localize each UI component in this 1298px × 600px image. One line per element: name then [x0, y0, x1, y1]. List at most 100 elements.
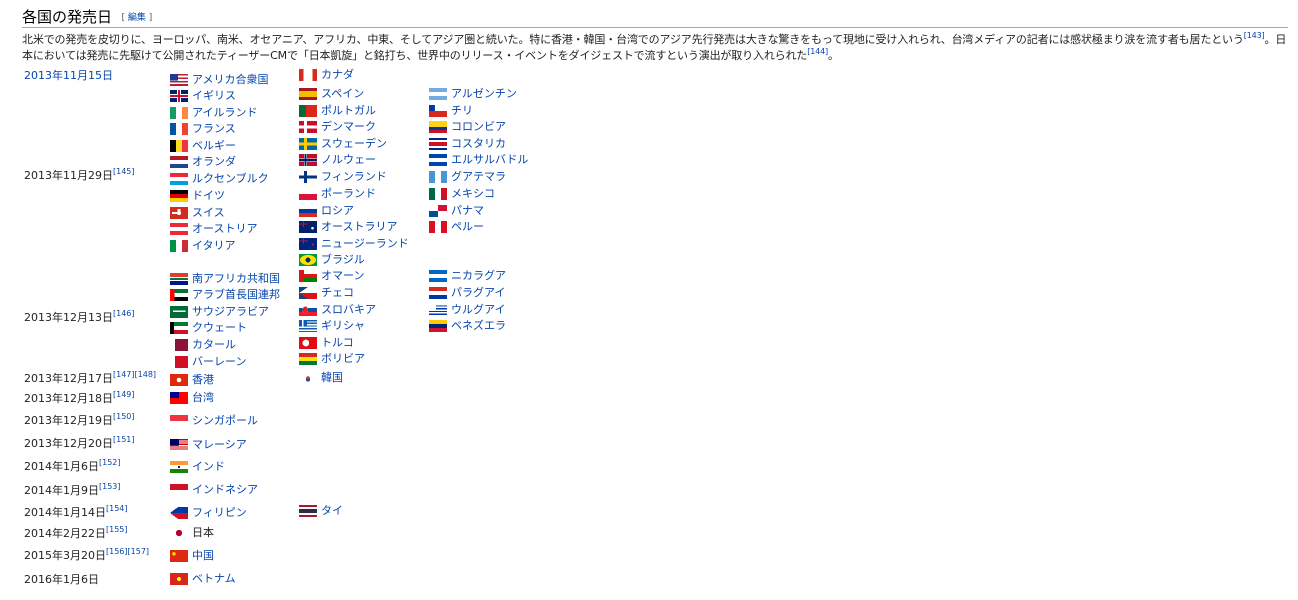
country-item[interactable]: オーストラリア [299, 219, 397, 235]
date-text[interactable]: 2013年11月15日 [24, 69, 113, 82]
country-name[interactable]: オマーン [321, 268, 364, 284]
country-name[interactable]: フィリピン [192, 505, 247, 521]
edit-link[interactable]: 編集 [128, 13, 146, 23]
date-reference[interactable]: [151] [113, 435, 135, 444]
country-item[interactable]: アルゼンチン [429, 86, 517, 102]
country-name[interactable]: フランス [192, 121, 236, 137]
country-item[interactable]: アラブ首長国連邦 [170, 287, 280, 303]
date-reference[interactable]: [155] [106, 525, 128, 534]
country-item[interactable]: クウェート [170, 320, 247, 336]
country-item[interactable]: マレーシア [170, 437, 247, 453]
country-item[interactable]: 台湾 [170, 390, 214, 406]
country-name[interactable]: ベトナム [192, 571, 236, 587]
country-name[interactable]: オランダ [192, 154, 236, 170]
country-item[interactable]: オーストリア [170, 221, 257, 237]
country-item[interactable]: カタール [170, 337, 236, 353]
date-reference[interactable]: [153] [99, 482, 121, 491]
date-reference[interactable]: [152] [99, 458, 121, 467]
country-item[interactable]: フィンランド [299, 169, 387, 185]
country-item[interactable]: オマーン [299, 268, 364, 284]
country-item[interactable]: インド [170, 459, 225, 475]
country-name[interactable]: クウェート [192, 320, 247, 336]
country-item[interactable]: パラグアイ [429, 285, 505, 301]
country-item[interactable]: アイルランド [170, 105, 257, 121]
country-item[interactable]: メキシコ [429, 186, 495, 202]
country-name[interactable]: ロシア [321, 203, 354, 219]
country-name[interactable]: ノルウェー [321, 152, 376, 168]
country-name[interactable]: ペルー [451, 219, 484, 235]
country-item[interactable]: コロンビア [429, 119, 506, 135]
country-name[interactable]: サウジアラビア [192, 304, 269, 320]
country-name[interactable]: バーレーン [192, 354, 246, 370]
country-item[interactable]: デンマーク [299, 119, 376, 135]
ref-144[interactable]: [144] [807, 47, 828, 56]
country-name[interactable]: イタリア [192, 238, 236, 254]
country-name[interactable]: ボリビア [321, 351, 365, 367]
country-item[interactable]: 中国 [170, 548, 214, 564]
country-name[interactable]: 中国 [192, 548, 214, 564]
country-item[interactable]: バーレーン [170, 354, 246, 370]
country-item[interactable]: フィリピン [170, 505, 247, 521]
country-name[interactable]: ニュージーランド [321, 236, 409, 252]
country-name[interactable]: ブラジル [321, 252, 365, 268]
country-name[interactable]: グアテマラ [451, 169, 506, 185]
date-reference[interactable]: [156][157] [106, 547, 149, 556]
country-name[interactable]: アイルランド [192, 105, 257, 121]
country-item[interactable]: ギリシャ [299, 318, 365, 334]
date-reference[interactable]: [154] [106, 504, 128, 513]
date-reference[interactable]: [146] [113, 309, 135, 318]
country-name[interactable]: コスタリカ [451, 136, 506, 152]
country-item[interactable]: ペルー [429, 219, 484, 235]
country-item[interactable]: エルサルバドル [429, 152, 528, 168]
country-item[interactable]: イギリス [170, 88, 236, 104]
country-item[interactable]: 南アフリカ共和国 [170, 271, 280, 287]
country-name[interactable]: エルサルバドル [451, 152, 528, 168]
country-name[interactable]: 南アフリカ共和国 [192, 271, 280, 287]
country-item[interactable]: パナマ [429, 203, 484, 219]
country-item[interactable]: ドイツ [170, 188, 225, 204]
country-name[interactable]: スイス [192, 205, 225, 221]
country-name[interactable]: アルゼンチン [451, 86, 517, 102]
country-item[interactable]: ボリビア [299, 351, 365, 367]
country-item[interactable]: トルコ [299, 335, 354, 351]
country-name[interactable]: メキシコ [451, 186, 495, 202]
country-item[interactable]: タイ [299, 503, 343, 519]
country-item[interactable]: ポーランド [299, 186, 376, 202]
country-name[interactable]: 香港 [192, 372, 214, 388]
date-reference[interactable]: [147][148] [113, 370, 156, 379]
country-item[interactable]: サウジアラビア [170, 304, 269, 320]
country-name[interactable]: デンマーク [321, 119, 376, 135]
country-name[interactable]: ベルギー [192, 138, 236, 154]
country-item[interactable]: 香港 [170, 372, 214, 388]
country-name[interactable]: ウルグアイ [451, 302, 505, 318]
country-item[interactable]: スペイン [299, 86, 364, 102]
date-reference[interactable]: [149] [113, 390, 135, 399]
country-name[interactable]: ニカラグア [451, 268, 506, 284]
country-name[interactable]: ギリシャ [321, 318, 365, 334]
country-name[interactable]: トルコ [321, 335, 354, 351]
country-item[interactable]: チリ [429, 103, 473, 119]
country-name[interactable]: オーストリア [192, 221, 257, 237]
country-name[interactable]: 韓国 [321, 370, 343, 386]
country-item[interactable]: ベネズエラ [429, 318, 506, 334]
country-item[interactable]: ロシア [299, 203, 354, 219]
country-item[interactable]: チェコ [299, 285, 354, 301]
country-item[interactable]: スロバキア [299, 302, 376, 318]
country-name[interactable]: ポーランド [321, 186, 376, 202]
country-name[interactable]: カタール [192, 337, 236, 353]
country-item[interactable]: オランダ [170, 154, 236, 170]
country-name[interactable]: フィンランド [321, 169, 387, 185]
ref-143[interactable]: [143] [1244, 31, 1265, 40]
country-item[interactable]: カナダ [299, 67, 354, 83]
country-name[interactable]: スペイン [321, 86, 364, 102]
country-item[interactable]: アメリカ合衆国 [170, 72, 268, 88]
date-reference[interactable]: [145] [113, 167, 135, 176]
country-item[interactable]: シンガポール [170, 413, 258, 429]
country-item[interactable]: フランス [170, 121, 236, 137]
country-name[interactable]: チェコ [321, 285, 354, 301]
country-item[interactable]: ルクセンブルク [170, 171, 269, 187]
country-name[interactable]: シンガポール [192, 413, 258, 429]
date-reference[interactable]: [150] [113, 412, 135, 421]
release-date[interactable]: 2013年11月15日 [24, 69, 113, 83]
country-item[interactable]: ポルトガル [299, 103, 376, 119]
